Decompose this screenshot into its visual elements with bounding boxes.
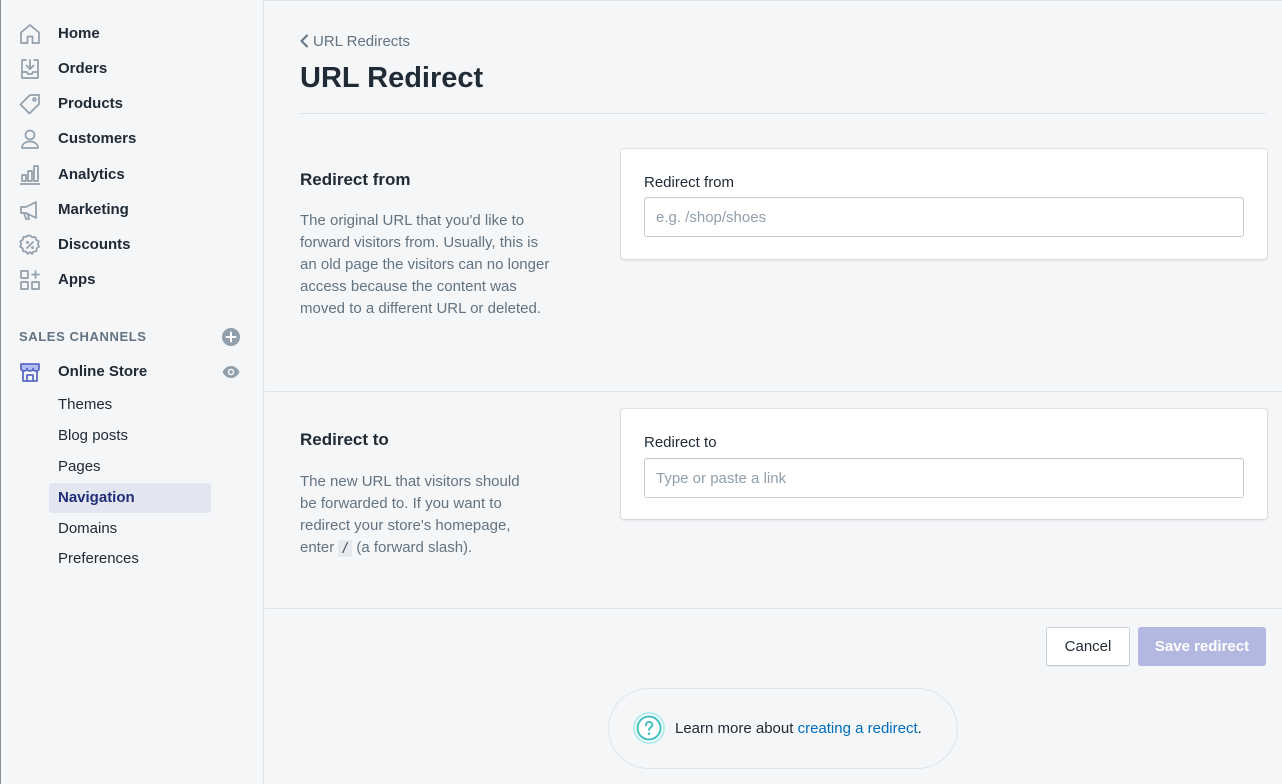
sidebar-item-products[interactable]: Products [1, 87, 263, 121]
forward-slash-code: / [338, 540, 353, 557]
page-title: URL Redirect [300, 62, 484, 94]
person-icon [18, 127, 42, 151]
redirect-to-label: Redirect to [644, 434, 717, 451]
footer-divider [265, 608, 1282, 609]
sales-channels-heading: SALES CHANNELS [19, 329, 147, 344]
redirect-from-description: The original URL that you'd like to forw… [300, 212, 550, 317]
help-text-prefix: Learn more about [675, 720, 798, 737]
title-divider [300, 113, 1266, 114]
breadcrumb-back-link[interactable]: URL Redirects [298, 30, 410, 52]
redirect-from-input[interactable] [644, 197, 1244, 237]
sidebar-item-label: Online Store [58, 363, 148, 380]
sidebar-subitem-preferences[interactable]: Preferences [49, 544, 211, 574]
sidebar-item-home[interactable]: Home [1, 17, 263, 51]
sidebar-item-label: Orders [58, 60, 108, 77]
sidebar-subitem-label: Pages [58, 458, 101, 475]
sidebar-item-label: Products [58, 95, 124, 112]
store-icon [18, 360, 42, 384]
orders-inbox-icon [18, 57, 42, 81]
sidebar-item-label: Customers [58, 130, 137, 147]
apps-grid-icon [18, 268, 42, 292]
sidebar-subitem-domains[interactable]: Domains [49, 514, 211, 544]
sidebar: Home Orders Products Customers Analytics… [1, 0, 264, 784]
redirect-to-card: Redirect to [621, 409, 1267, 519]
sidebar-item-label: Marketing [58, 201, 129, 218]
sidebar-subitem-label: Themes [58, 396, 113, 413]
sidebar-subitem-label: Blog posts [58, 427, 129, 444]
sidebar-item-orders[interactable]: Orders [1, 52, 263, 86]
sidebar-item-marketing[interactable]: Marketing [1, 193, 263, 227]
eye-icon [222, 366, 240, 378]
sidebar-subitem-pages[interactable]: Pages [49, 452, 211, 482]
sidebar-item-customers[interactable]: Customers [1, 122, 263, 156]
question-circle-icon [633, 712, 665, 744]
sidebar-subitem-blog-posts[interactable]: Blog posts [49, 421, 211, 451]
tag-icon [18, 92, 42, 116]
sidebar-item-apps[interactable]: Apps [1, 263, 263, 297]
breadcrumb-label: URL Redirects [313, 32, 410, 50]
sidebar-item-discounts[interactable]: Discounts [1, 228, 263, 262]
sidebar-item-analytics[interactable]: Analytics [1, 158, 263, 192]
bar-chart-icon [18, 163, 42, 187]
sidebar-item-label: Apps [58, 271, 96, 288]
redirect-to-description-end: (a forward slash). [352, 539, 473, 556]
sidebar-subitem-label: Navigation [58, 489, 135, 506]
redirect-from-heading: Redirect from [300, 170, 411, 189]
cancel-button[interactable]: Cancel [1046, 627, 1130, 666]
redirect-to-heading: Redirect to [300, 430, 389, 449]
section-divider [265, 391, 1282, 392]
redirect-from-card: Redirect from [621, 149, 1267, 259]
sidebar-item-label: Discounts [58, 236, 131, 253]
window-left-edge [0, 0, 1, 784]
discount-badge-icon [18, 233, 42, 257]
save-redirect-button[interactable]: Save redirect [1138, 627, 1266, 666]
home-icon [18, 22, 42, 46]
chevron-left-icon [300, 34, 308, 48]
add-sales-channel-button[interactable] [221, 327, 241, 347]
view-online-store-button[interactable] [221, 362, 241, 382]
redirect-to-description: The new URL that visitors should be forw… [300, 471, 540, 560]
help-footer: Learn more about creating a redirect. [608, 688, 958, 769]
megaphone-icon [18, 198, 42, 222]
redirect-to-input[interactable] [644, 458, 1244, 498]
redirect-from-label: Redirect from [644, 174, 735, 191]
sidebar-subitem-label: Domains [58, 520, 118, 537]
help-text-suffix: . [917, 720, 922, 737]
sidebar-item-label: Analytics [58, 166, 125, 183]
sidebar-subitem-label: Preferences [58, 550, 139, 567]
sidebar-item-label: Home [58, 25, 100, 42]
plus-circle-icon [222, 328, 240, 346]
help-text: Learn more about creating a redirect. [675, 718, 922, 740]
sidebar-subitem-themes[interactable]: Themes [49, 390, 211, 420]
sidebar-subitem-navigation[interactable]: Navigation [49, 483, 211, 513]
creating-redirect-link[interactable]: creating a redirect [798, 720, 918, 737]
